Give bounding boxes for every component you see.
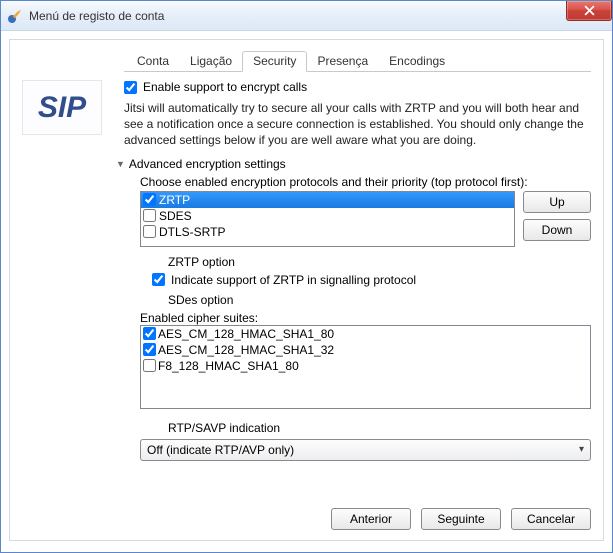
cipher-checkbox[interactable] [143,343,156,356]
cipher-row[interactable]: F8_128_HMAC_SHA1_80 [141,358,590,374]
chevron-down-icon: ▼ [116,159,125,169]
window-title: Menú de registo de conta [29,9,164,23]
wizard-footer: Anterior Seguinte Cancelar [331,508,591,530]
logo-text: SIP [38,91,86,125]
tab-ligacao[interactable]: Ligação [179,51,243,72]
tab-strip: Conta Ligação Security Presença Encoding… [124,50,591,72]
protocol-label: SDES [159,209,192,223]
protocol-logo: SIP [22,80,102,135]
zrtp-heading: ZRTP option [168,255,591,269]
close-icon [584,5,595,16]
protocol-row-zrtp[interactable]: ZRTP [141,192,514,208]
protocol-list[interactable]: ZRTP SDES DTLS-SRTP [140,191,515,247]
chevron-down-icon: ▾ [579,444,584,455]
previous-button[interactable]: Anterior [331,508,411,530]
protocol-label: DTLS-SRTP [159,225,225,239]
tab-conta[interactable]: Conta [126,51,180,72]
protocols-label: Choose enabled encryption protocols and … [140,175,591,189]
enable-encrypt-label: Enable support to encrypt calls [143,80,307,94]
rtp-savp-select[interactable]: Off (indicate RTP/AVP only) ▾ [140,439,591,461]
rtp-heading: RTP/SAVP indication [168,421,591,435]
cipher-row[interactable]: AES_CM_128_HMAC_SHA1_32 [141,342,590,358]
tab-security[interactable]: Security [242,51,307,72]
tab-encodings[interactable]: Encodings [378,51,456,72]
protocol-label: ZRTP [159,193,190,207]
app-icon [7,8,23,24]
cancel-button[interactable]: Cancelar [511,508,591,530]
rtp-savp-value: Off (indicate RTP/AVP only) [147,443,294,457]
protocol-check-zrtp[interactable] [143,193,156,206]
protocol-row-dtls[interactable]: DTLS-SRTP [141,224,514,240]
tab-presenca[interactable]: Presença [306,51,379,72]
cipher-checkbox[interactable] [143,359,156,372]
titlebar: Menú de registo de conta [1,1,612,31]
encryption-description: Jitsi will automatically try to secure a… [124,100,591,149]
zrtp-indicate-checkbox[interactable] [152,273,165,286]
cipher-row[interactable]: AES_CM_128_HMAC_SHA1_80 [141,326,590,342]
up-button[interactable]: Up [523,191,591,213]
enable-encrypt-row[interactable]: Enable support to encrypt calls [124,80,591,94]
ciphers-label: Enabled cipher suites: [140,311,591,325]
next-button[interactable]: Seguinte [421,508,501,530]
protocol-check-dtls[interactable] [143,225,156,238]
cipher-label: AES_CM_128_HMAC_SHA1_32 [158,343,334,357]
advanced-expander[interactable]: ▼ Advanced encryption settings [116,157,591,171]
cipher-checkbox[interactable] [143,327,156,340]
down-button[interactable]: Down [523,219,591,241]
protocol-check-sdes[interactable] [143,209,156,222]
protocol-row-sdes[interactable]: SDES [141,208,514,224]
cipher-list[interactable]: AES_CM_128_HMAC_SHA1_80 AES_CM_128_HMAC_… [140,325,591,409]
zrtp-indicate-label: Indicate support of ZRTP in signalling p… [171,273,416,287]
window-buttons [566,1,612,21]
sdes-heading: SDes option [168,293,591,307]
dialog-panel: SIP Conta Ligação Security Presença Enco… [9,39,604,541]
cipher-label: F8_128_HMAC_SHA1_80 [158,359,299,373]
zrtp-indicate-row[interactable]: Indicate support of ZRTP in signalling p… [152,273,591,287]
advanced-label: Advanced encryption settings [129,157,286,171]
cipher-label: AES_CM_128_HMAC_SHA1_80 [158,327,334,341]
close-button[interactable] [566,1,612,21]
enable-encrypt-checkbox[interactable] [124,81,137,94]
